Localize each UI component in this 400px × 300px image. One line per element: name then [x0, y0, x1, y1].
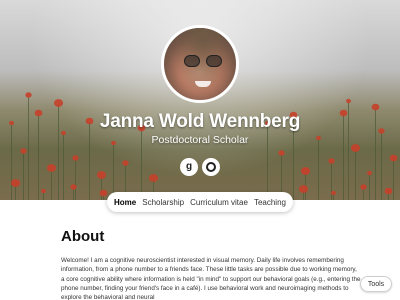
profile-title: Postdoctoral Scholar: [151, 134, 249, 146]
poppy-flower: [367, 170, 372, 176]
poppy-flower: [99, 189, 108, 197]
poppy-flower: [331, 190, 336, 196]
poppy-stem: [101, 177, 102, 200]
poppy-flower: [96, 171, 107, 179]
poppy-stem: [23, 153, 24, 200]
nav-teaching[interactable]: Teaching: [254, 198, 286, 207]
nav-curriculum-vitae[interactable]: Curriculum vitae: [190, 198, 248, 207]
about-text: Welcome! I am a cognitive neuroscientist…: [61, 257, 361, 300]
poppy-stem: [43, 193, 44, 200]
tools-button[interactable]: Tools: [360, 276, 392, 292]
poppy-flower: [53, 99, 64, 107]
poppy-flower: [328, 158, 335, 164]
poppy-stem: [363, 189, 364, 200]
poppy-flower: [384, 187, 393, 195]
nav-scholarship[interactable]: Scholarship: [142, 198, 184, 207]
poppy-flower: [148, 174, 159, 182]
poppy-flower: [300, 167, 311, 175]
poppy-stem: [333, 195, 334, 200]
poppy-stem: [355, 150, 356, 200]
poppy-stem: [369, 175, 370, 200]
hero-banner: Janna Wold Wennberg Postdoctoral Scholar…: [0, 0, 400, 200]
poppy-stem: [393, 160, 394, 200]
poppy-flower: [122, 160, 129, 166]
about-heading: About: [61, 228, 105, 245]
poppy-stem: [51, 170, 52, 200]
poppy-flower: [278, 150, 285, 156]
poppy-flower: [72, 155, 79, 161]
poppy-flower: [346, 98, 351, 104]
google-scholar-glyph: g: [185, 161, 193, 172]
poppy-stem: [15, 185, 16, 200]
profile-avatar: [161, 25, 239, 103]
poppy-flower: [25, 92, 32, 98]
google-scholar-icon[interactable]: g: [180, 158, 198, 176]
main-nav: Home Scholarship Curriculum vitae Teachi…: [107, 192, 293, 212]
poppy-stem: [75, 160, 76, 200]
nav-home[interactable]: Home: [114, 198, 136, 207]
poppy-flower: [10, 179, 21, 187]
poppy-flower: [20, 148, 27, 154]
poppy-flower: [298, 185, 309, 193]
poppy-stem: [318, 140, 319, 200]
orcid-icon[interactable]: [202, 158, 220, 176]
poppy-stem: [73, 189, 74, 200]
poppy-flower: [389, 154, 398, 162]
poppy-flower: [70, 184, 77, 190]
poppy-flower: [41, 188, 46, 194]
avatar-glasses: [184, 55, 222, 67]
poppy-flower: [46, 164, 57, 172]
profile-name: Janna Wold Wennberg: [99, 111, 301, 132]
poppy-flower: [371, 103, 380, 111]
poppy-flower: [360, 184, 367, 190]
orcid-ring-icon: [206, 162, 216, 172]
